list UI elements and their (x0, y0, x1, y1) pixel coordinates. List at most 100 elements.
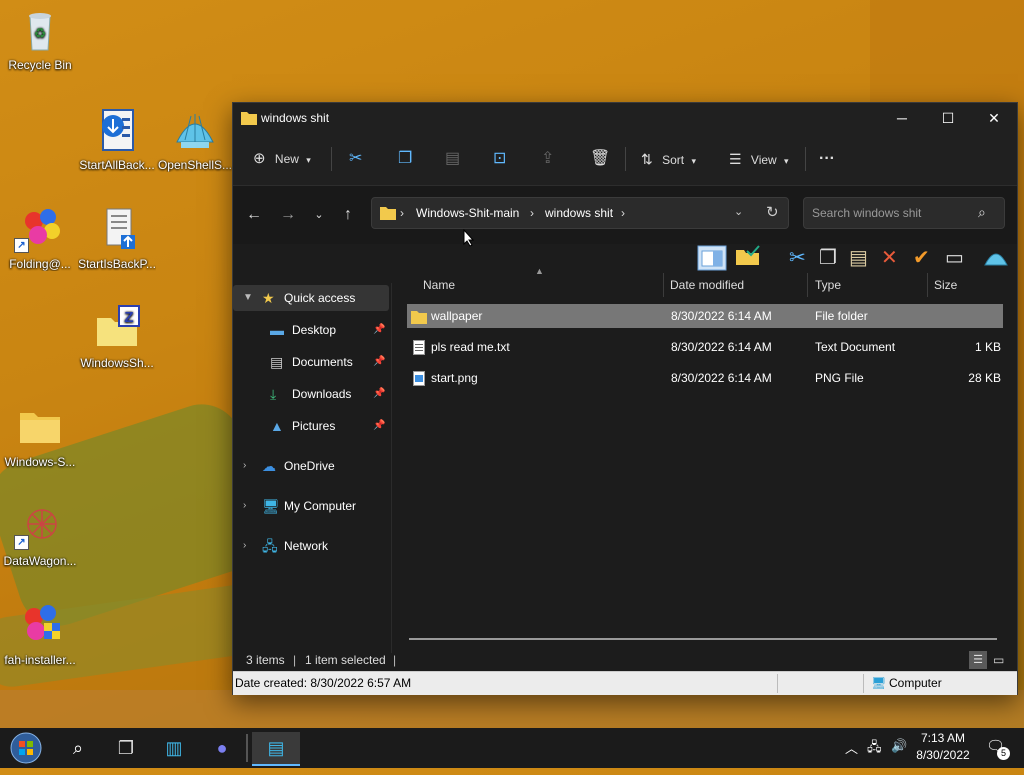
title-bar[interactable]: windows shit ─ ☐ ✕ (233, 103, 1017, 133)
paste-button[interactable]: ▤ (445, 147, 460, 171)
view-button[interactable]: ☰ View ▾ (729, 147, 789, 171)
nav-quick-access[interactable]: ▼ ★ Quick access (233, 285, 389, 311)
installer-icon (93, 205, 141, 253)
file-row[interactable]: start.png 8/30/2022 6:14 AM PNG File 28 … (407, 366, 1003, 390)
properties-icon[interactable]: ▭ (945, 245, 964, 270)
details-view-button[interactable]: ☰ (969, 651, 987, 669)
column-separator[interactable] (927, 273, 928, 297)
breadcrumb-item[interactable]: Windows-Shit-main (416, 206, 519, 220)
column-header-size[interactable]: Size (934, 273, 957, 297)
recent-locations-button[interactable]: ⌄ (308, 204, 330, 226)
info-separator (863, 674, 864, 693)
refresh-icon[interactable]: ↻ (766, 203, 779, 221)
pin-icon[interactable]: 📌 (373, 349, 385, 375)
checkmark-icon[interactable]: ✔ (913, 245, 930, 270)
recycle-bin-icon: ♻ (16, 6, 64, 54)
column-header-type[interactable]: Type (815, 273, 841, 297)
new-button[interactable]: ⊕ New ▾ (253, 147, 311, 171)
up-button[interactable]: ↑ (337, 204, 359, 226)
address-dropdown-icon[interactable]: ⌄ (734, 205, 743, 218)
paste-icon[interactable]: ▤ (849, 245, 868, 270)
nav-label: OneDrive (284, 459, 335, 473)
minimize-button[interactable]: ─ (879, 103, 925, 133)
file-row[interactable]: wallpaper 8/30/2022 6:14 AM File folder (407, 304, 1003, 328)
chat-button[interactable]: ● (202, 732, 242, 764)
cut-icon[interactable]: ✂ (789, 245, 806, 270)
column-header-date[interactable]: Date modified (670, 273, 744, 297)
see-more-button[interactable]: ··· (819, 147, 835, 171)
pin-icon[interactable]: 📌 (373, 381, 385, 407)
explorer-window: windows shit ─ ☐ ✕ ⊕ New ▾ ✂ ❐ ▤ ⊡ ⇪ 🗑 ⇅… (232, 102, 1018, 695)
delete-x-icon[interactable]: ✕ (881, 245, 898, 270)
clipboard-icon: ▤ (445, 150, 461, 167)
info-bar: Date created: 8/30/2022 6:57 AM 🖥 Comput… (233, 671, 1017, 695)
search-icon: ⌕ (72, 738, 84, 758)
column-separator[interactable] (663, 273, 664, 297)
pane-divider[interactable] (391, 283, 392, 653)
copy-icon[interactable]: ❐ (819, 245, 837, 270)
nav-network[interactable]: › 🖧 Network (233, 533, 389, 559)
trash-icon: 🗑 (590, 150, 611, 167)
delete-button[interactable]: 🗑 (590, 147, 610, 171)
zip-folder-icon: Z (93, 304, 141, 352)
maximize-button[interactable]: ☐ (925, 103, 971, 133)
desktop-icon-windowssh[interactable]: Z WindowsSh... (78, 304, 156, 370)
desktop-icon-folding[interactable]: ↗ Folding@... (1, 205, 79, 271)
back-button[interactable]: ← (243, 204, 265, 226)
horizontal-scrollbar[interactable] (409, 638, 997, 640)
forward-button[interactable]: → (277, 204, 299, 226)
notepad-taskbar-button[interactable]: ▤ (252, 732, 300, 766)
share-button[interactable]: ⇪ (541, 147, 554, 171)
image-file-icon (413, 370, 425, 394)
column-separator[interactable] (807, 273, 808, 297)
chevron-right-icon: › (243, 460, 247, 471)
pin-icon[interactable]: 📌 (373, 317, 385, 343)
desktop-icon-windows-s-folder[interactable]: Windows-S... (1, 403, 79, 469)
sort-icon: ⇅ (641, 151, 653, 167)
column-header-name[interactable]: Name (423, 273, 455, 297)
desktop-icon-label: WindowsSh... (80, 356, 154, 370)
desktop-icon-fah-installer[interactable]: fah-installer... (1, 601, 79, 667)
clock[interactable]: 7:13 AM 8/30/2022 (910, 730, 976, 764)
copy-button[interactable]: ❐ (398, 147, 412, 171)
nav-desktop[interactable]: ▬ Desktop 📌 (233, 317, 389, 343)
openshell-icon[interactable] (983, 245, 1009, 273)
toolbar-separator (331, 147, 332, 171)
large-icons-view-button[interactable]: ▭ (993, 649, 1004, 671)
nav-onedrive[interactable]: › ☁ OneDrive (233, 453, 389, 479)
search-box[interactable]: Search windows shit ⌕ (803, 197, 1005, 229)
chevron-down-icon: ▾ (691, 156, 696, 166)
show-hidden-icons-button[interactable]: ︿ (845, 738, 858, 757)
close-button[interactable]: ✕ (971, 103, 1017, 133)
volume-icon[interactable]: 🔊 (891, 738, 907, 754)
mouse-cursor-icon (463, 229, 475, 247)
notification-center-button[interactable]: 🗨 5 (986, 737, 1010, 760)
sort-button[interactable]: ⇅ Sort ▾ (641, 147, 696, 171)
nav-documents[interactable]: ▤ Documents 📌 (233, 349, 389, 375)
folder-check-icon[interactable] (735, 245, 761, 273)
desktop-icon-openshell[interactable]: OpenShellS... (156, 106, 234, 172)
file-row[interactable]: pls read me.txt 8/30/2022 6:14 AM Text D… (407, 335, 1003, 359)
nav-pictures[interactable]: ▲ Pictures 📌 (233, 413, 389, 439)
desktop-icon-datawagon[interactable]: ↗ DataWagon... (1, 502, 79, 568)
nav-downloads[interactable]: ⤓ Downloads 📌 (233, 381, 389, 407)
rename-button[interactable]: ⊡ (493, 147, 506, 171)
desktop-icon-startallback[interactable]: StartAllBack... (78, 106, 156, 172)
widgets-button[interactable]: ▥ (154, 732, 194, 764)
breadcrumb-chevron-icon: › (621, 206, 625, 220)
nav-label: My Computer (284, 499, 357, 513)
task-view-button[interactable]: ❐ (106, 732, 146, 764)
desktop-icon-label: StartAllBack... (79, 158, 155, 172)
desktop-icon-startisback[interactable]: StartIsBackP... (78, 205, 156, 271)
start-button[interactable] (6, 732, 46, 764)
breadcrumb-item[interactable]: windows shit (545, 206, 613, 220)
chevron-down-icon: ▼ (243, 292, 253, 303)
pin-icon[interactable]: 📌 (373, 413, 385, 439)
search-button[interactable]: ⌕ (58, 732, 98, 764)
nav-my-computer[interactable]: › 🖥 My Computer (233, 493, 389, 519)
address-bar[interactable]: › Windows-Shit-main › windows shit › ⌄ ↻ (371, 197, 789, 229)
cut-button[interactable]: ✂ (349, 147, 362, 171)
desktop-icon-recycle-bin[interactable]: ♻ Recycle Bin (1, 6, 79, 72)
search-icon[interactable]: ⌕ (978, 204, 986, 221)
network-icon[interactable]: 🖧 (867, 738, 882, 760)
